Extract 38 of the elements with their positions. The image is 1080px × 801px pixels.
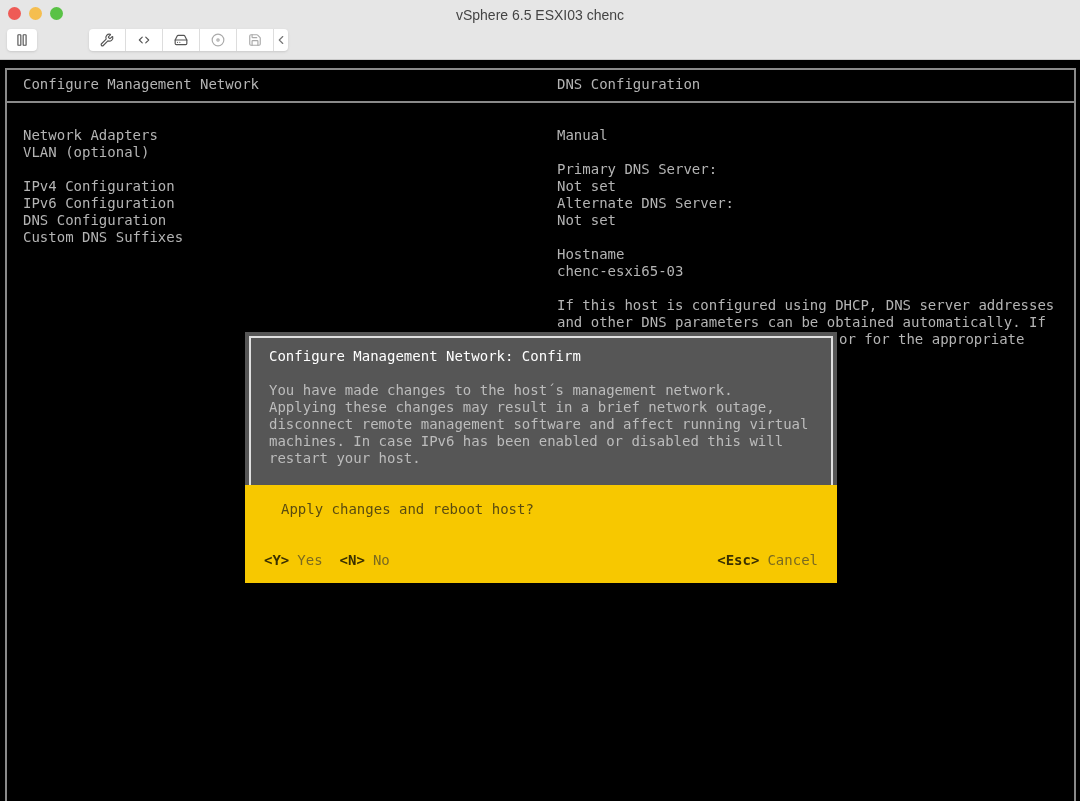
panel-title: Configure Management Network bbox=[23, 76, 259, 92]
description-text: or for the appropriate bbox=[839, 331, 1025, 348]
key-action[interactable]: <Y> Yes bbox=[264, 552, 323, 569]
dialog-question: Apply changes and reboot host? bbox=[280, 501, 535, 518]
key-action[interactable]: <Esc> Cancel bbox=[717, 552, 818, 569]
close-icon[interactable] bbox=[8, 7, 21, 20]
dialog-message-line: You have made changes to the host´s management network. bbox=[269, 382, 733, 399]
maximize-icon[interactable] bbox=[50, 7, 63, 20]
description-text: and other DNS parameters can be obtained automatically. If bbox=[557, 314, 1046, 331]
info-text: Hostname bbox=[557, 246, 625, 263]
disc-icon bbox=[211, 33, 225, 47]
menu-item[interactable]: DNS Configuration bbox=[23, 212, 167, 229]
info-text: Manual bbox=[557, 127, 608, 144]
dialog-message-line: restart your host. bbox=[269, 450, 421, 467]
dialog-message-line: machines. In case IPv6 has been enabled or disabled this will bbox=[269, 433, 784, 450]
pause-icon bbox=[15, 33, 29, 47]
floppy-icon bbox=[248, 33, 262, 47]
code-arrows-icon bbox=[137, 33, 151, 47]
menu-item[interactable]: IPv4 Configuration bbox=[23, 178, 175, 195]
drive-icon bbox=[174, 33, 188, 47]
pause-button[interactable] bbox=[7, 29, 37, 51]
panel-title: DNS Configuration bbox=[557, 76, 701, 92]
key-action[interactable]: <N> No bbox=[339, 552, 390, 569]
menu-item[interactable]: Network Adapters bbox=[23, 127, 158, 144]
info-text: chenc-esxi65-03 bbox=[557, 263, 684, 280]
wrench-icon bbox=[100, 33, 114, 47]
info-text: Not set bbox=[557, 212, 616, 229]
menu-item[interactable]: Custom DNS Suffixes bbox=[23, 229, 184, 246]
window-title: vSphere 6.5 ESXI03 chenc bbox=[455, 6, 625, 25]
dialog-title: Configure Management Network: Confirm bbox=[269, 348, 582, 365]
info-text: Alternate DNS Server: bbox=[557, 195, 734, 212]
menu-item[interactable]: IPv6 Configuration bbox=[23, 195, 175, 212]
info-text: Primary DNS Server: bbox=[557, 161, 718, 178]
dialog-message-line: disconnect remote management software and affect running virtual bbox=[269, 416, 809, 433]
menu-item[interactable]: VLAN (optional) bbox=[23, 144, 150, 161]
dialog-message-line: Applying these changes may result in a brief network outage, bbox=[269, 399, 775, 416]
description-text: If this host is configured using DHCP, DNS server addresses bbox=[557, 297, 1055, 314]
info-text: Not set bbox=[557, 178, 616, 195]
